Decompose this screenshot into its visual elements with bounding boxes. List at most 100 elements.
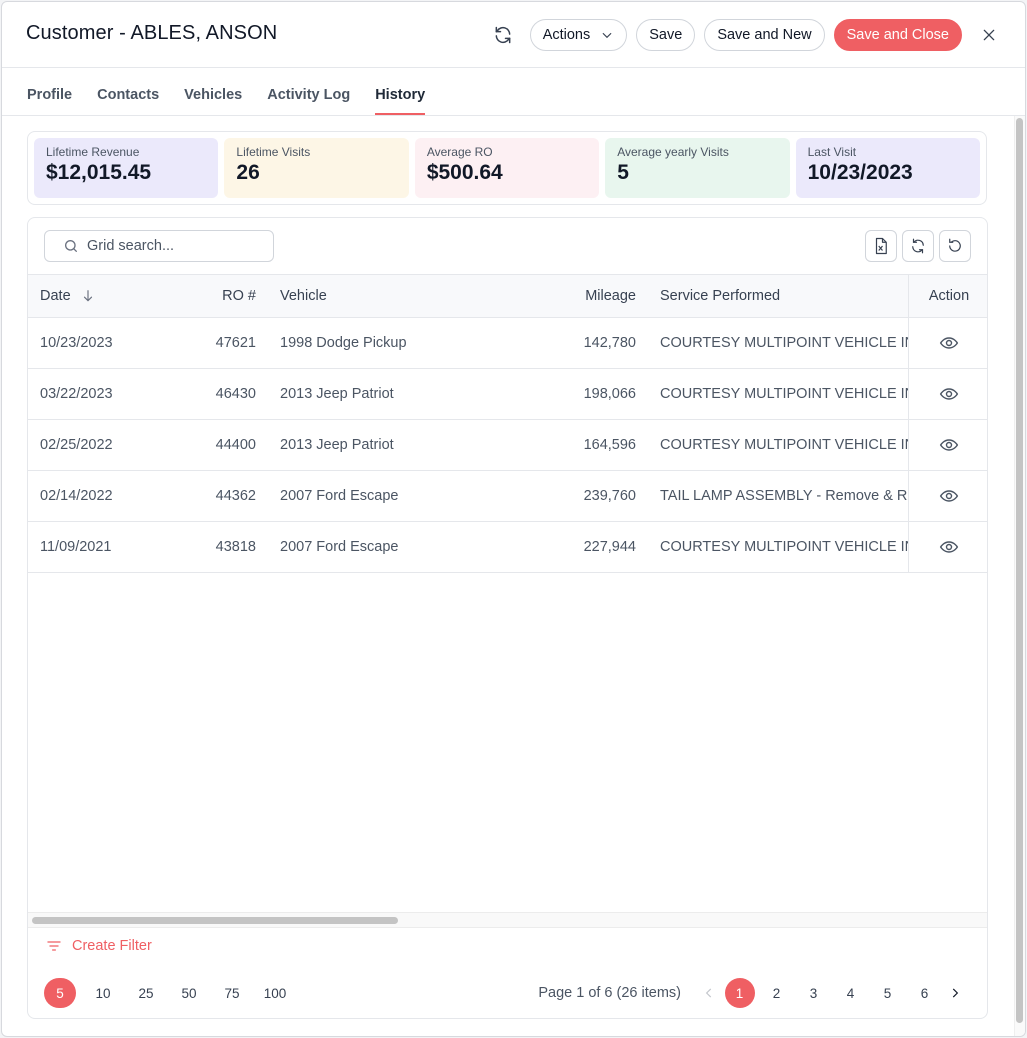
vertical-scrollbar-thumb[interactable]: [1016, 118, 1023, 1023]
save-and-close-button[interactable]: Save and Close: [833, 19, 962, 51]
stat-value: 5: [617, 161, 629, 184]
stat-label: Lifetime Revenue: [46, 145, 140, 159]
tab-vehicles[interactable]: Vehicles: [184, 69, 242, 115]
close-button[interactable]: [975, 21, 1003, 49]
column-header-vehicle[interactable]: Vehicle: [280, 275, 530, 317]
table-row[interactable]: 10/23/2023 47621 1998 Dodge Pickup 142,7…: [28, 318, 987, 369]
cell-ro: 43818: [215, 539, 256, 555]
cell-date: 10/23/2023: [40, 335, 113, 351]
history-grid: Date RO # Vehicle Mileage Service Perfor…: [27, 217, 988, 1019]
page-size-option[interactable]: 75: [216, 978, 248, 1008]
stat-average-ro: Average RO $500.64: [414, 138, 600, 198]
cell-date: 11/09/2021: [40, 539, 112, 555]
page-button[interactable]: 4: [836, 978, 866, 1008]
next-page-button[interactable]: [943, 978, 967, 1008]
cell-service: COURTESY MULTIPOINT VEHICLE IN: [660, 437, 908, 453]
horizontal-scrollbar-thumb[interactable]: [32, 917, 398, 924]
create-filter-button[interactable]: Create Filter: [46, 938, 152, 954]
cell-service: TAIL LAMP ASSEMBLY - Remove & Re: [660, 488, 908, 504]
cell-service: COURTESY MULTIPOINT VEHICLE IN: [660, 539, 908, 555]
page-button[interactable]: 2: [762, 978, 792, 1008]
stat-value: $12,015.45: [46, 161, 152, 184]
column-header-service[interactable]: Service Performed: [660, 275, 908, 317]
create-filter-label: Create Filter: [72, 938, 152, 954]
column-label: Date: [40, 288, 71, 304]
refresh-button[interactable]: [485, 19, 521, 51]
prev-page-button[interactable]: [697, 978, 721, 1008]
eye-icon: [939, 388, 959, 400]
page-size-option[interactable]: 100: [259, 978, 291, 1008]
column-header-date[interactable]: Date: [40, 275, 190, 317]
column-header-mileage[interactable]: Mileage: [536, 275, 636, 317]
column-header-action: Action: [908, 275, 987, 317]
cell-vehicle: 2013 Jeep Patriot: [280, 437, 394, 453]
cell-ro: 44362: [215, 488, 256, 504]
modal-header: Customer - ABLES, ANSON Actions Save Sav…: [2, 2, 1025, 68]
page-size-option[interactable]: 5: [44, 978, 76, 1008]
chevron-down-icon: [602, 32, 612, 39]
tab-bar: Profile Contacts Vehicles Activity Log H…: [2, 69, 1025, 116]
cell-vehicle: 1998 Dodge Pickup: [280, 335, 407, 351]
stat-label: Last Visit: [807, 145, 857, 159]
page-title: Customer - ABLES, ANSON: [26, 22, 278, 44]
eye-icon: [939, 490, 959, 502]
page-info: Page 1 of 6 (26 items): [538, 985, 681, 1001]
cell-mileage: 239,760: [583, 488, 636, 504]
save-and-new-button[interactable]: Save and New: [704, 19, 825, 51]
cell-ro: 44400: [215, 437, 256, 453]
cell-date: 03/22/2023: [40, 386, 113, 402]
column-header-ro[interactable]: RO #: [186, 275, 256, 317]
tab-activity-log[interactable]: Activity Log: [267, 69, 350, 115]
view-button[interactable]: [908, 420, 987, 470]
page-size-option[interactable]: 10: [87, 978, 119, 1008]
cell-service: COURTESY MULTIPOINT VEHICLE IN: [660, 386, 908, 402]
cell-service: COURTESY MULTIPOINT VEHICLE IN: [660, 335, 908, 351]
refresh-grid-button[interactable]: [902, 230, 934, 262]
page-size-option[interactable]: 25: [130, 978, 162, 1008]
grid-search[interactable]: [44, 230, 274, 262]
table-row[interactable]: 02/25/2022 44400 2013 Jeep Patriot 164,5…: [28, 420, 987, 471]
cell-date: 02/25/2022: [40, 437, 113, 453]
chevron-left-icon: [705, 988, 712, 998]
view-button[interactable]: [908, 522, 987, 572]
tab-contacts[interactable]: Contacts: [97, 69, 159, 115]
grid-toolbar: [865, 230, 971, 262]
horizontal-scrollbar[interactable]: [28, 912, 987, 928]
tab-history[interactable]: History: [375, 69, 425, 115]
sync-icon: [912, 238, 924, 254]
eye-icon: [939, 541, 959, 553]
save-button[interactable]: Save: [636, 19, 696, 51]
page-button[interactable]: 1: [724, 978, 755, 1008]
pagination: Page 1 of 6 (26 items) 1 2 3 4 5 6: [538, 978, 967, 1008]
view-button[interactable]: [908, 471, 987, 521]
grid-search-input[interactable]: [87, 238, 257, 254]
page-button[interactable]: 6: [910, 978, 940, 1008]
cell-ro: 46430: [215, 386, 256, 402]
page-size-selector: 5 10 25 50 75 100: [44, 978, 302, 1008]
view-button[interactable]: [908, 318, 987, 368]
search-icon: [65, 240, 77, 252]
page-button[interactable]: 3: [799, 978, 829, 1008]
cell-mileage: 164,596: [583, 437, 636, 453]
actions-label: Actions: [542, 27, 591, 43]
table-row[interactable]: 03/22/2023 46430 2013 Jeep Patriot 198,0…: [28, 369, 987, 420]
page-size-option[interactable]: 50: [173, 978, 205, 1008]
table-row[interactable]: 02/14/2022 44362 2007 Ford Escape 239,76…: [28, 471, 987, 522]
eye-icon: [939, 337, 959, 349]
eye-icon: [939, 439, 959, 451]
table-row[interactable]: 11/09/2021 43818 2007 Ford Escape 227,94…: [28, 522, 987, 573]
cell-vehicle: 2013 Jeep Patriot: [280, 386, 394, 402]
grid-header: Date RO # Vehicle Mileage Service Perfor…: [28, 274, 987, 318]
undo-icon: [949, 238, 961, 252]
header-actions: Actions Save Save and New Save and Close: [485, 19, 1003, 51]
stat-last-visit: Last Visit 10/23/2023: [795, 138, 981, 198]
view-button[interactable]: [908, 369, 987, 419]
stat-value: 10/23/2023: [807, 161, 913, 184]
tab-profile[interactable]: Profile: [27, 69, 72, 115]
sort-descending-icon: [81, 288, 95, 304]
page-button[interactable]: 5: [873, 978, 903, 1008]
actions-dropdown[interactable]: Actions: [529, 19, 628, 51]
export-excel-button[interactable]: [865, 230, 897, 262]
refresh-icon: [495, 26, 511, 44]
reset-grid-button[interactable]: [939, 230, 971, 262]
